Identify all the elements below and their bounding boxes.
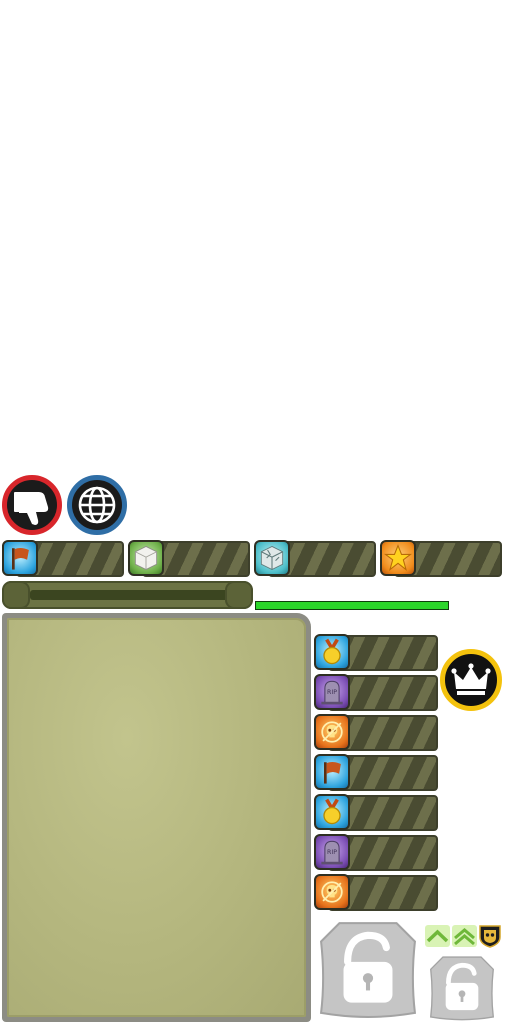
tombstone-text: RIP [327,689,337,696]
thumbs-down-icon [14,492,49,525]
cracked-cube-tile [254,540,290,576]
cube-tile [128,540,164,576]
level-progress-bar [2,581,253,609]
tombstone-icon: RIP [321,680,343,705]
health-bar [255,601,449,610]
parchment-panel [2,613,311,1022]
medal-tile [314,794,350,830]
double-chevron-up-icon[interactable] [452,925,477,947]
globe-button[interactable] [67,475,127,535]
progress-bar-right-cap [225,581,253,609]
tombstone-tile: RIP [314,834,350,870]
crown-button[interactable] [440,649,502,711]
skull-shield-icon[interactable] [478,924,502,948]
flaming-skull-tile [314,714,350,750]
locked-slot-small[interactable] [428,952,496,1022]
medal-icon [323,638,341,665]
chevron-up-icon[interactable] [425,925,450,947]
locked-slot-large[interactable] [317,916,419,1020]
padlock-icon [429,956,495,1021]
globe-icon [78,486,116,524]
flaming-skull-tile [314,874,350,910]
health-bar-fill [256,602,448,609]
crown-icon [451,663,491,695]
medal-tile [314,634,350,670]
star-tile [380,540,416,576]
progress-bar-left-cap [2,581,30,609]
parchment-panel-content [7,618,306,1017]
flag-tile [314,754,350,790]
medal-icon [323,798,341,825]
flag-icon [12,547,29,570]
dislike-button[interactable] [2,475,62,535]
tombstone-icon: RIP [321,840,343,865]
flaming-skull-icon [321,721,343,743]
flaming-skull-icon [321,881,343,903]
progress-bar-track [30,590,228,600]
flag-tile [2,540,38,576]
cracked-cube-icon [260,545,284,571]
padlock-icon [319,922,417,1018]
star-icon [383,544,413,571]
tombstone-tile: RIP [314,674,350,710]
cube-icon [134,545,158,571]
flag-icon [324,761,341,784]
tombstone-text: RIP [327,849,337,856]
